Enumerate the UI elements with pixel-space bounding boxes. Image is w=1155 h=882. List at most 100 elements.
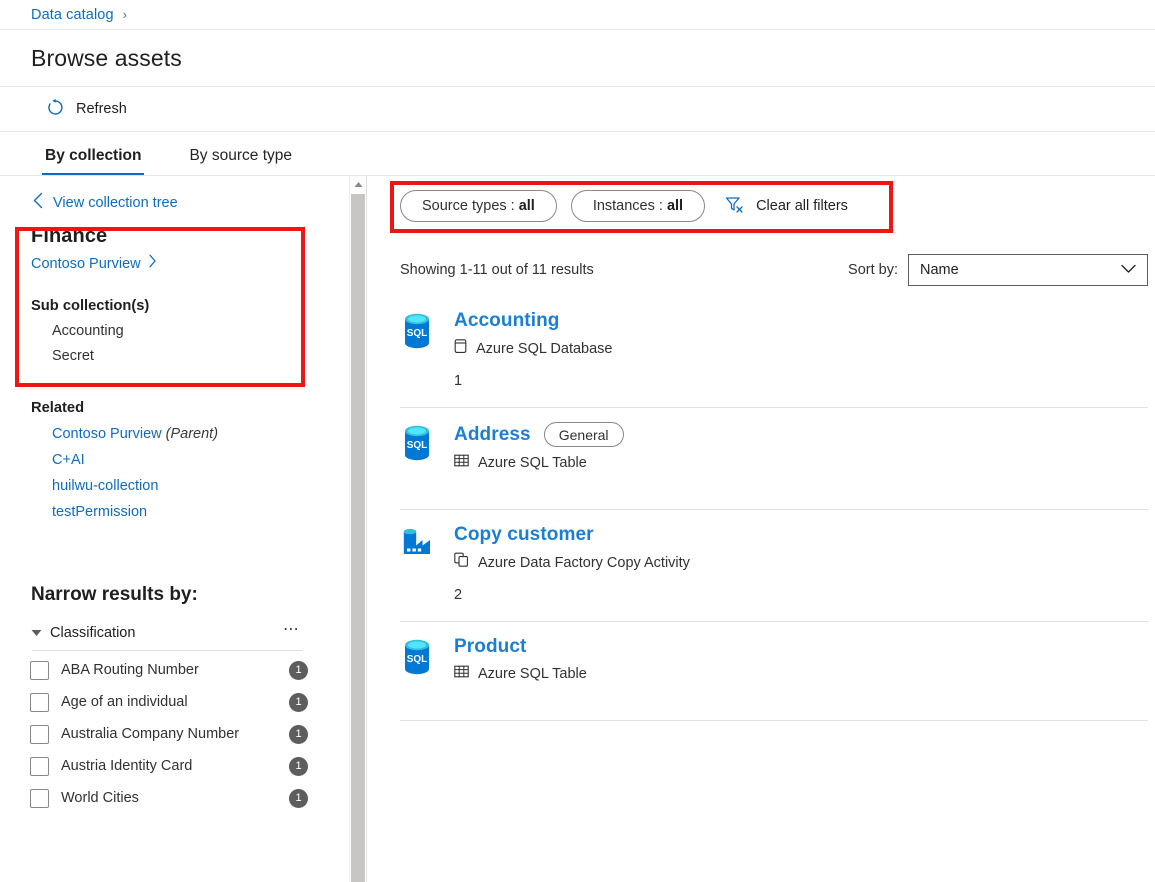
results-pane: Source types :all Instances :all Clear a… [367, 176, 1155, 882]
result-title-link[interactable]: Address [454, 424, 531, 446]
result-body: Copy customer Azure Data Factory Copy Ac… [442, 524, 1148, 621]
result-type-label: Azure Data Factory Copy Activity [478, 555, 690, 571]
sub-collection-item-secret[interactable]: Secret [52, 348, 94, 364]
result-type-label: Azure SQL Database [476, 341, 612, 357]
facet-item-label: Austria Identity Card [61, 758, 289, 774]
results-list: SQL Accounting Azure SQL [400, 296, 1148, 721]
facet-divider [32, 650, 303, 651]
collection-sidebar: View collection tree Finance Contoso Pur… [0, 176, 348, 882]
facet-header-classification[interactable]: Classification ⋯ [31, 624, 303, 642]
result-item[interactable]: SQL Accounting Azure SQL [400, 296, 1148, 408]
page-title: Browse assets [31, 45, 182, 72]
facet-item-count: 1 [289, 757, 308, 776]
caret-down-icon [31, 624, 42, 642]
result-title-link[interactable]: Accounting [454, 310, 560, 332]
sidebar-scrollbar-thumb[interactable] [351, 194, 365, 882]
page-title-bar: Browse assets [0, 30, 1155, 87]
result-glossary-badge[interactable]: General [544, 422, 624, 447]
filter-pill-source-types[interactable]: Source types :all [400, 190, 557, 222]
result-spacer [454, 702, 1148, 720]
breadcrumb-chevron-right-icon: › [123, 7, 127, 22]
sub-collection-label: Secret [52, 348, 94, 364]
sort-by-dropdown[interactable]: Name [908, 254, 1148, 286]
tab-by-collection[interactable]: By collection [42, 147, 144, 175]
facet-item-aba-routing-number[interactable]: ABA Routing Number 1 [30, 657, 312, 683]
result-spacer [454, 684, 1148, 702]
chevron-left-icon [32, 192, 44, 214]
result-type-label: Azure SQL Table [478, 455, 587, 471]
facet-item-austria-identity-card[interactable]: Austria Identity Card 1 [30, 753, 312, 779]
sub-collection-label: Accounting [52, 323, 124, 339]
collection-name: Finance [31, 225, 348, 248]
results-summary-bar: Showing 1-11 out of 11 results Sort by: … [400, 254, 1148, 286]
parent-collection-label: Contoso Purview [31, 256, 141, 272]
related-item-contoso-purview[interactable]: Contoso Purview (Parent) [52, 426, 218, 442]
result-type-row: Azure SQL Database [454, 338, 1148, 359]
filter-bar: Source types :all Instances :all Clear a… [400, 190, 848, 222]
facet-checkbox[interactable] [30, 789, 49, 808]
table-grid-icon [454, 453, 469, 473]
result-type-row: Azure SQL Table [454, 453, 1148, 473]
result-title-row: Address General [454, 422, 1148, 447]
view-collection-tree-link[interactable]: View collection tree [32, 192, 178, 214]
result-item[interactable]: SQL Address General [400, 408, 1148, 510]
sort-by-value: Name [920, 262, 959, 278]
sub-collection-item-accounting[interactable]: Accounting [52, 323, 124, 339]
refresh-button[interactable]: Refresh [40, 94, 133, 124]
sub-collections-heading: Sub collection(s) [31, 298, 348, 314]
narrow-results-heading: Narrow results by: [31, 584, 348, 606]
facet-item-label: Age of an individual [61, 694, 289, 710]
browse-assets-page: Data catalog › Browse assets Refresh By … [0, 0, 1155, 882]
refresh-label: Refresh [76, 101, 127, 117]
azure-sql-icon: SQL [400, 636, 442, 720]
ellipsis-icon[interactable]: ⋯ [281, 625, 303, 641]
related-heading: Related [31, 400, 348, 416]
facet-item-count: 1 [289, 725, 308, 744]
result-title-link[interactable]: Product [454, 636, 526, 658]
related-item-huilwu-collection[interactable]: huilwu-collection [52, 478, 158, 494]
parent-collection-link[interactable]: Contoso Purview [31, 254, 157, 273]
result-title-row: Copy customer [454, 524, 1148, 546]
result-item[interactable]: SQL Product Azure SQL Ta [400, 622, 1148, 721]
facet-checkbox[interactable] [30, 725, 49, 744]
facet-checkbox[interactable] [30, 757, 49, 776]
result-item[interactable]: Copy customer Azure Data Factory Copy Ac… [400, 510, 1148, 622]
scroll-up-arrow-icon[interactable] [350, 176, 366, 192]
result-type-row: Azure SQL Table [454, 664, 1148, 684]
copy-activity-icon [454, 552, 469, 573]
breadcrumb: Data catalog › [0, 0, 1155, 30]
facet-checkbox[interactable] [30, 693, 49, 712]
related-item-c-plus-ai[interactable]: C+AI [52, 452, 85, 468]
azure-sql-icon: SQL [400, 422, 442, 509]
breadcrumb-link-data-catalog[interactable]: Data catalog [31, 7, 114, 23]
filter-pill-value: all [667, 198, 683, 214]
command-bar: Refresh [0, 87, 1155, 132]
result-spacer [454, 491, 1148, 509]
facet-title: Classification [50, 625, 281, 641]
related-item-note: (Parent) [166, 426, 218, 442]
related-item-testpermission[interactable]: testPermission [52, 504, 147, 520]
result-body: Accounting Azure SQL Database 1 [442, 310, 1148, 407]
result-title-link[interactable]: Copy customer [454, 524, 594, 546]
facet-item-australia-company-number[interactable]: Australia Company Number 1 [30, 721, 312, 747]
results-count-text: Showing 1-11 out of 11 results [400, 262, 594, 278]
sort-control: Sort by: Name [848, 254, 1148, 286]
facet-item-world-cities[interactable]: World Cities 1 [30, 785, 312, 811]
azure-data-factory-icon [400, 524, 442, 621]
clear-all-filters-button[interactable]: Clear all filters [725, 196, 848, 217]
facet-checkbox[interactable] [30, 661, 49, 680]
tab-by-source-type[interactable]: By source type [186, 147, 295, 175]
filter-pill-instances[interactable]: Instances :all [571, 190, 705, 222]
filter-pill-label: Instances : [593, 198, 663, 214]
result-body: Product Azure SQL Table [442, 636, 1148, 720]
svg-text:SQL: SQL [407, 328, 428, 339]
tab-by-collection-label: By collection [45, 147, 141, 164]
facet-item-label: World Cities [61, 790, 289, 806]
facet-item-age-of-an-individual[interactable]: Age of an individual 1 [30, 689, 312, 715]
result-count: 1 [454, 373, 1148, 389]
result-spacer [454, 603, 1148, 621]
sidebar-scrollbar[interactable] [349, 176, 365, 882]
tab-by-source-type-label: By source type [189, 147, 292, 164]
related-item-label: C+AI [52, 452, 85, 468]
filter-pill-label: Source types : [422, 198, 515, 214]
